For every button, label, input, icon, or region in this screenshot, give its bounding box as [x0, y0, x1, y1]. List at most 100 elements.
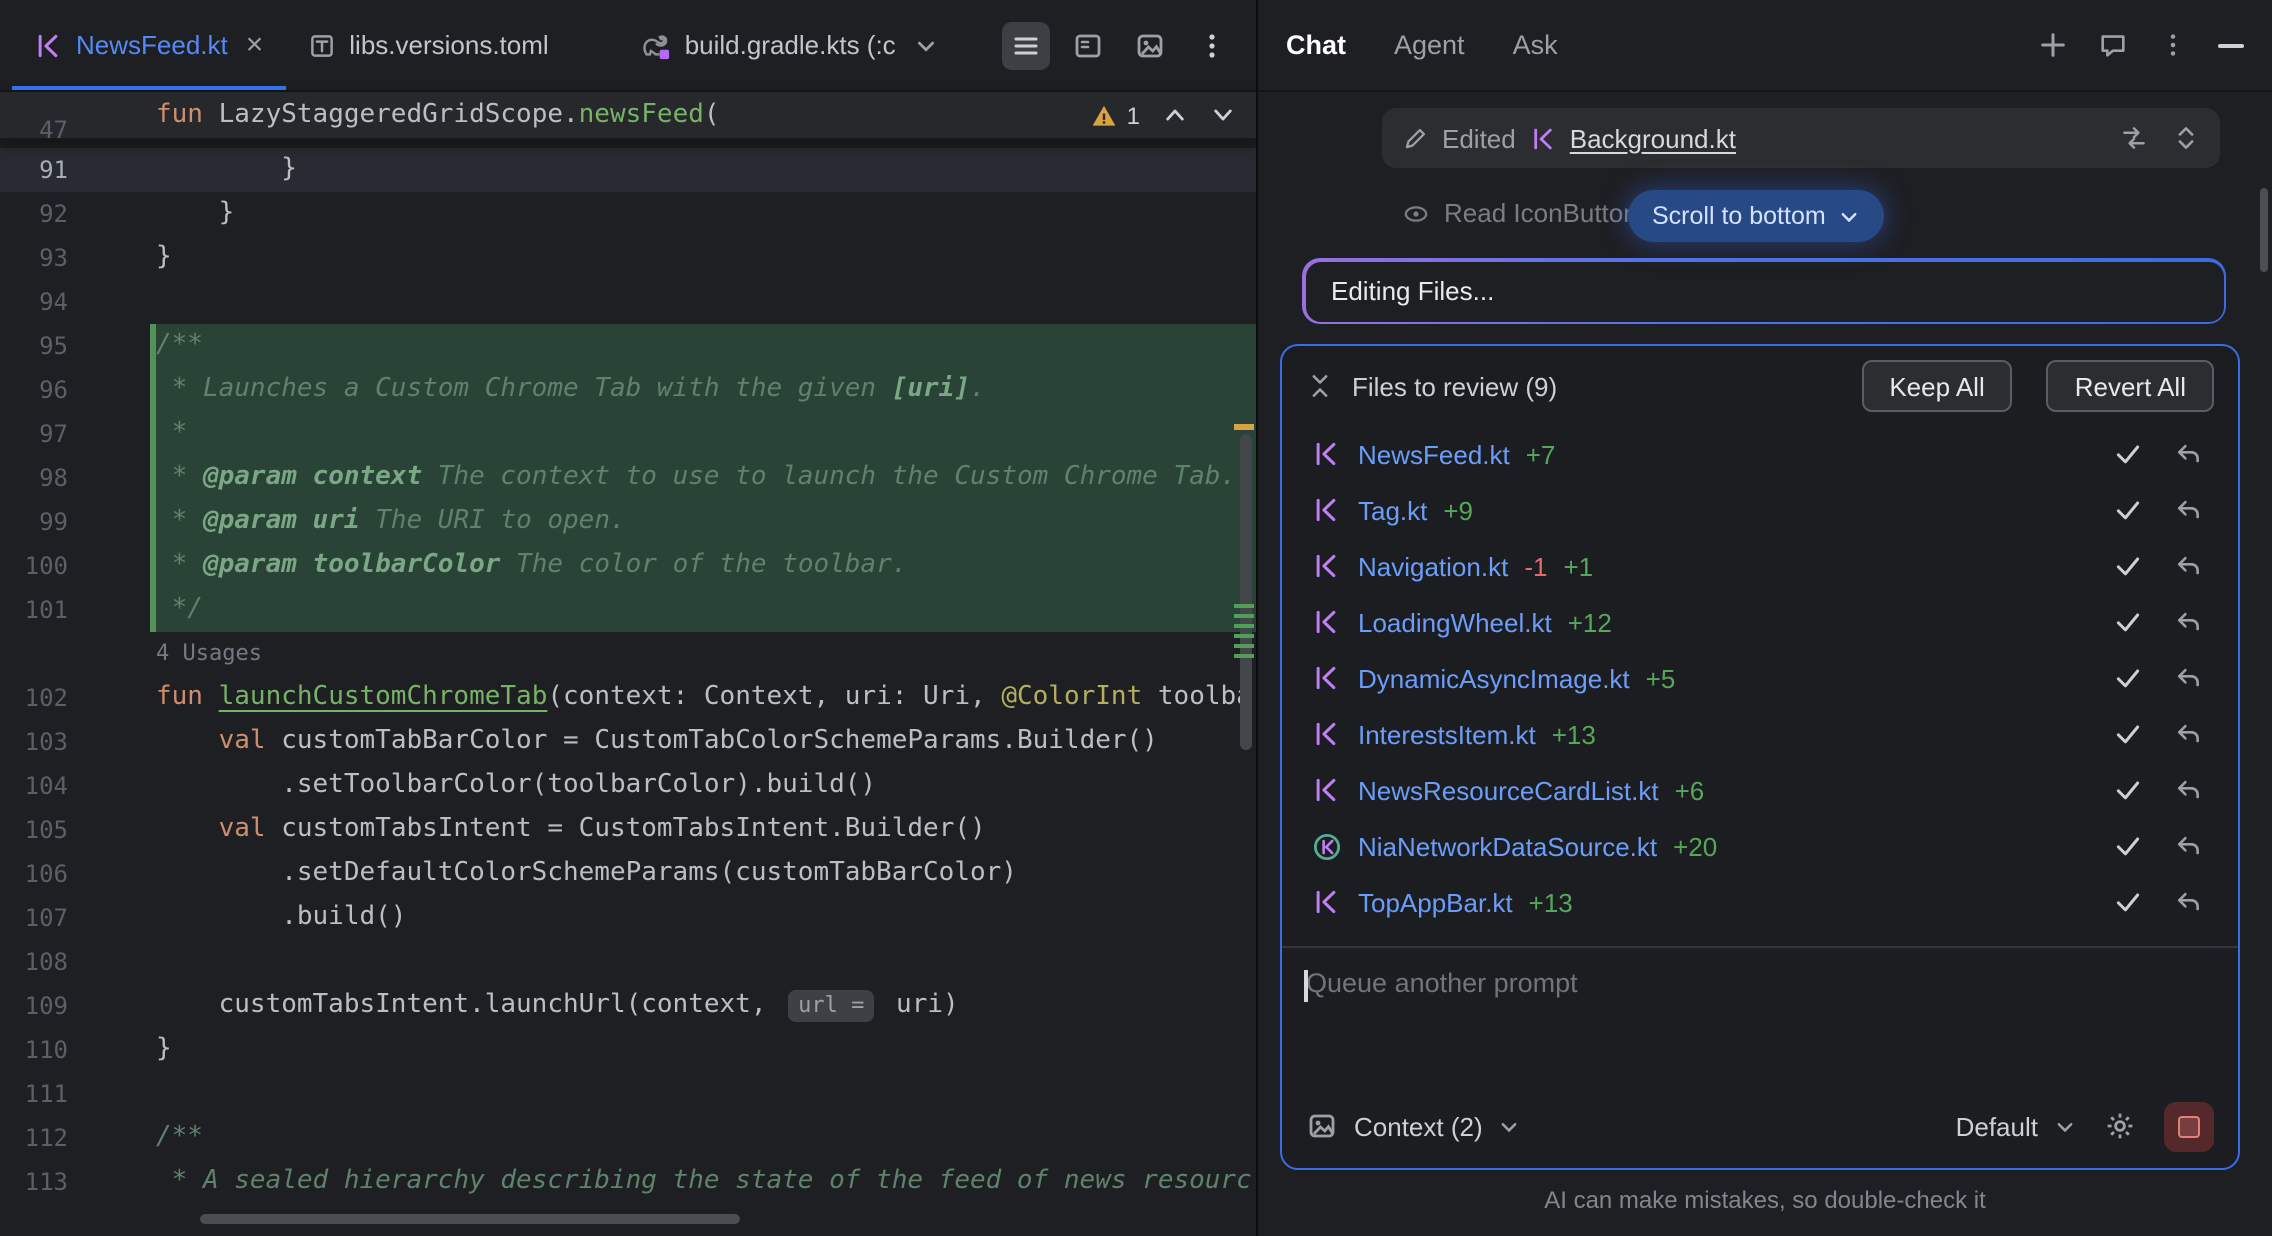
review-file-row[interactable]: Tag.kt+9	[1302, 482, 2218, 538]
prompt-input[interactable]	[1306, 968, 2214, 1064]
code-line[interactable]: 108	[0, 940, 1256, 984]
tab-chat[interactable]: Chat	[1286, 30, 1346, 60]
line-number[interactable]: 112	[0, 1116, 68, 1160]
line-number[interactable]: 110	[0, 1028, 68, 1072]
line-number-gutter[interactable]: 91	[0, 148, 156, 192]
chevron-down-icon[interactable]	[2054, 1115, 2076, 1137]
review-file-name[interactable]: Tag.kt	[1358, 495, 1427, 525]
horizontal-scrollbar[interactable]	[200, 1214, 740, 1224]
revert-file-button[interactable]	[2166, 496, 2210, 524]
line-number-gutter[interactable]: 104	[0, 764, 156, 808]
tab-build-gradle-kts[interactable]: build.gradle.kts (:c	[619, 0, 960, 90]
warning-badge[interactable]: 1	[1091, 101, 1140, 129]
line-number[interactable]: 104	[0, 764, 68, 808]
code-line[interactable]: 102fun launchCustomChromeTab(context: Co…	[0, 676, 1256, 720]
code-line[interactable]: 113 * A sealed hierarchy describing the …	[0, 1160, 1256, 1204]
more-options-kebab-icon[interactable]	[2158, 30, 2188, 60]
code-line[interactable]: 106 .setDefaultColorSchemeParams(customT…	[0, 852, 1256, 896]
code-line[interactable]: 100 * @param toolbarColor The color of t…	[0, 544, 1256, 588]
line-number[interactable]: 47	[0, 115, 68, 143]
code-line[interactable]: 91 }	[0, 148, 1256, 192]
code-line[interactable]: 109 customTabsIntent.launchUrl(context, …	[0, 984, 1256, 1028]
vertical-scrollbar[interactable]	[1240, 434, 1252, 750]
next-occurrence-icon[interactable]	[1210, 102, 1236, 128]
line-number-gutter[interactable]: 111	[0, 1072, 156, 1116]
code-line[interactable]: 97 *	[0, 412, 1256, 456]
accept-file-button[interactable]	[2106, 440, 2150, 468]
split-view-icon[interactable]	[1064, 21, 1112, 69]
expand-collapse-icon[interactable]	[2172, 124, 2200, 152]
line-number[interactable]: 98	[0, 456, 68, 500]
code-line[interactable]: 101 */	[0, 588, 1256, 632]
line-number-gutter[interactable]: 97	[0, 412, 156, 456]
chevron-down-icon[interactable]	[1499, 1115, 1521, 1137]
line-number[interactable]: 95	[0, 324, 68, 368]
line-number-gutter[interactable]	[0, 632, 156, 676]
line-number[interactable]: 113	[0, 1160, 68, 1204]
line-number[interactable]: 106	[0, 852, 68, 896]
code-line[interactable]: 104 .setToolbarColor(toolbarColor).build…	[0, 764, 1256, 808]
revert-file-button[interactable]	[2166, 552, 2210, 580]
new-chat-plus-icon[interactable]	[2038, 30, 2068, 60]
close-tab-icon[interactable]: ×	[246, 28, 264, 62]
review-file-row[interactable]: TopAppBar.kt+13	[1302, 874, 2218, 930]
revert-file-button[interactable]	[2166, 776, 2210, 804]
line-number-gutter[interactable]: 103	[0, 720, 156, 764]
line-number-gutter[interactable]: 99	[0, 500, 156, 544]
edited-file-link[interactable]: Background.kt	[1570, 123, 1736, 153]
review-file-name[interactable]: InterestsItem.kt	[1358, 719, 1536, 749]
accept-file-button[interactable]	[2106, 496, 2150, 524]
accept-file-button[interactable]	[2106, 776, 2150, 804]
collapse-icon[interactable]	[1306, 372, 1334, 400]
review-file-row[interactable]: InterestsItem.kt+13	[1302, 706, 2218, 762]
code-line[interactable]: 98 * @param context The context to use t…	[0, 456, 1256, 500]
changed-lines-stripe-marks[interactable]	[1234, 604, 1254, 664]
code-line[interactable]: 99 * @param uri The URI to open.	[0, 500, 1256, 544]
line-number-gutter[interactable]: 107	[0, 896, 156, 940]
line-number-gutter[interactable]: 92	[0, 192, 156, 236]
line-number-gutter[interactable]: 98	[0, 456, 156, 500]
scroll-to-bottom-button[interactable]: Scroll to bottom	[1628, 190, 1884, 242]
open-diff-icon[interactable]	[2120, 124, 2148, 152]
revert-file-button[interactable]	[2166, 888, 2210, 916]
review-file-row[interactable]: NewsResourceCardList.kt+6	[1302, 762, 2218, 818]
tab-agent[interactable]: Agent	[1394, 30, 1465, 60]
more-options-kebab-icon[interactable]	[1188, 21, 1236, 69]
tab-ask[interactable]: Ask	[1513, 30, 1558, 60]
model-selector[interactable]: Default	[1956, 1111, 2038, 1141]
line-number[interactable]: 108	[0, 940, 68, 984]
code-line[interactable]: 92 }	[0, 192, 1256, 236]
line-number[interactable]: 101	[0, 588, 68, 632]
line-number[interactable]: 92	[0, 192, 68, 236]
review-file-row[interactable]: NiaNetworkDataSource.kt+20	[1302, 818, 2218, 874]
code-line[interactable]: 95/**	[0, 324, 1256, 368]
review-file-name[interactable]: NewsResourceCardList.kt	[1358, 775, 1659, 805]
code-line[interactable]: 112/**	[0, 1116, 1256, 1160]
accept-file-button[interactable]	[2106, 608, 2150, 636]
line-number-gutter[interactable]: 113	[0, 1160, 156, 1204]
accept-file-button[interactable]	[2106, 832, 2150, 860]
accept-file-button[interactable]	[2106, 664, 2150, 692]
line-number-gutter[interactable]: 108	[0, 940, 156, 984]
code-editor-content[interactable]: 91 }92 }93}9495/**96 * Launches a Custom…	[0, 148, 1256, 1204]
line-number[interactable]: 107	[0, 896, 68, 940]
code-line[interactable]: 93}	[0, 236, 1256, 280]
revert-file-button[interactable]	[2166, 832, 2210, 860]
code-line[interactable]: 96 * Launches a Custom Chrome Tab with t…	[0, 368, 1256, 412]
warning-stripe-mark[interactable]	[1234, 424, 1254, 430]
review-file-name[interactable]: NiaNetworkDataSource.kt	[1358, 831, 1657, 861]
code-line[interactable]: 107 .build()	[0, 896, 1256, 940]
code-line[interactable]: 94	[0, 280, 1256, 324]
revert-all-button[interactable]: Revert All	[2047, 360, 2214, 412]
accept-file-button[interactable]	[2106, 720, 2150, 748]
line-number[interactable]: 102	[0, 676, 68, 720]
line-number-gutter[interactable]: 95	[0, 324, 156, 368]
review-file-row[interactable]: DynamicAsyncImage.kt+5	[1302, 650, 2218, 706]
code-line[interactable]: 110}	[0, 1028, 1256, 1072]
line-number[interactable]: 109	[0, 984, 68, 1028]
edited-file-card[interactable]: Edited Background.kt	[1382, 108, 2220, 168]
line-number-gutter[interactable]: 106	[0, 852, 156, 896]
review-file-name[interactable]: LoadingWheel.kt	[1358, 607, 1552, 637]
line-number-gutter[interactable]: 100	[0, 544, 156, 588]
code-line[interactable]: 105 val customTabsIntent = CustomTabsInt…	[0, 808, 1256, 852]
